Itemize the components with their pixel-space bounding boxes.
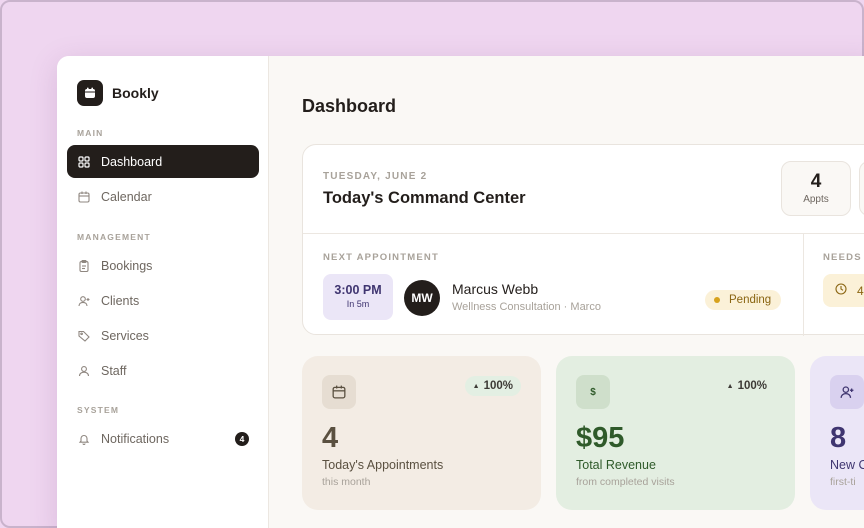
next-stat[interactable] xyxy=(859,161,864,216)
section-label-main: MAIN xyxy=(77,128,104,138)
trend-badge: ▲ 100% xyxy=(718,376,775,396)
app-window: Bookly MAIN Dashboard Calendar MANAGEMEN… xyxy=(57,56,864,528)
sidebar-item-clients[interactable]: Clients xyxy=(67,284,259,317)
metric-value: 8 xyxy=(830,422,847,454)
sidebar-item-calendar[interactable]: Calendar xyxy=(67,180,259,213)
bell-icon xyxy=(77,432,91,446)
metric-value: $95 xyxy=(576,422,625,454)
sidebar-item-services[interactable]: Services xyxy=(67,319,259,352)
tag-icon xyxy=(77,329,91,343)
needs-value: 4 xyxy=(857,283,864,298)
main-content: Dashboard TUESDAY, JUNE 2 Today's Comman… xyxy=(269,56,864,528)
next-appointment-label: NEXT APPOINTMENT xyxy=(323,252,439,263)
sidebar-item-label: Notifications xyxy=(101,431,170,446)
sidebar-item-label: Dashboard xyxy=(101,154,163,169)
sidebar-item-notifications[interactable]: Notifications 4 xyxy=(67,422,259,455)
trend-value: 100% xyxy=(737,380,767,392)
metric-card-new-clients[interactable]: 8 New C first-ti xyxy=(810,356,864,510)
status-dot xyxy=(714,297,720,303)
needs-label: NEEDS xyxy=(823,252,862,263)
sidebar-item-dashboard[interactable]: Dashboard xyxy=(67,145,259,178)
sidebar-item-label: Services xyxy=(101,328,149,343)
trend-up-icon: ▲ xyxy=(472,382,480,390)
page-title: Dashboard xyxy=(302,96,397,116)
sidebar: Bookly MAIN Dashboard Calendar MANAGEMEN… xyxy=(57,56,269,528)
clock-icon xyxy=(835,283,847,298)
user-plus-icon xyxy=(77,294,91,308)
user-plus-icon xyxy=(830,375,864,409)
status-badge[interactable]: Pending xyxy=(705,290,782,310)
dollar-icon: $ xyxy=(576,375,610,409)
section-label-system: SYSTEM xyxy=(77,405,120,415)
metric-label: Today's Appointments xyxy=(322,458,444,472)
metric-label: New C xyxy=(830,458,864,472)
appts-count: 4 xyxy=(810,171,822,192)
trend-value: 100% xyxy=(483,380,513,392)
status-label: Pending xyxy=(729,294,772,306)
avatar[interactable]: MW xyxy=(404,280,440,316)
metric-sub: from completed visits xyxy=(576,476,675,488)
calendar-logo-icon xyxy=(77,80,103,106)
sidebar-item-staff[interactable]: Staff xyxy=(67,354,259,387)
brand[interactable]: Bookly xyxy=(77,80,159,106)
appointment-detail: Wellness Consultation · Marco xyxy=(452,301,601,313)
appts-caption: Appts xyxy=(803,194,829,205)
calendar-icon xyxy=(322,375,356,409)
metric-card-revenue[interactable]: $ ▲ 100% $95 Total Revenue from complete… xyxy=(556,356,795,510)
notification-count-badge: 4 xyxy=(235,432,249,446)
appointment-eta: In 5m xyxy=(346,299,370,309)
trend-up-icon: ▲ xyxy=(726,382,734,390)
command-center-card: TUESDAY, JUNE 2 Today's Command Center 4… xyxy=(302,144,864,336)
trend-badge: ▲ 100% xyxy=(464,376,521,396)
metric-sub: this month xyxy=(322,476,371,488)
grid-icon xyxy=(77,155,91,169)
metric-label: Total Revenue xyxy=(576,458,656,472)
sidebar-item-bookings[interactable]: Bookings xyxy=(67,249,259,282)
appointment-time-value: 3:00 PM xyxy=(334,283,382,297)
metric-card-appointments[interactable]: ▲ 100% 4 Today's Appointments this month xyxy=(302,356,541,510)
section-label-management: MANAGEMENT xyxy=(77,232,151,242)
sidebar-item-label: Calendar xyxy=(101,189,152,204)
calendar-icon xyxy=(77,190,91,204)
metric-value: 4 xyxy=(322,422,339,454)
brand-name: Bookly xyxy=(112,85,159,101)
appointment-time: 3:00 PM In 5m xyxy=(323,274,393,320)
client-name[interactable]: Marcus Webb xyxy=(452,281,538,297)
command-title: Today's Command Center xyxy=(323,189,526,207)
sidebar-item-label: Staff xyxy=(101,363,127,378)
sidebar-item-label: Bookings xyxy=(101,258,153,273)
clipboard-icon xyxy=(77,259,91,273)
command-date: TUESDAY, JUNE 2 xyxy=(323,171,428,182)
appts-stat[interactable]: 4 Appts xyxy=(781,161,851,216)
user-icon xyxy=(77,364,91,378)
needs-attention-chip[interactable]: 4 xyxy=(823,274,864,307)
divider xyxy=(803,233,804,336)
sidebar-item-label: Clients xyxy=(101,293,140,308)
divider xyxy=(303,233,864,234)
metric-sub: first-ti xyxy=(830,476,856,488)
